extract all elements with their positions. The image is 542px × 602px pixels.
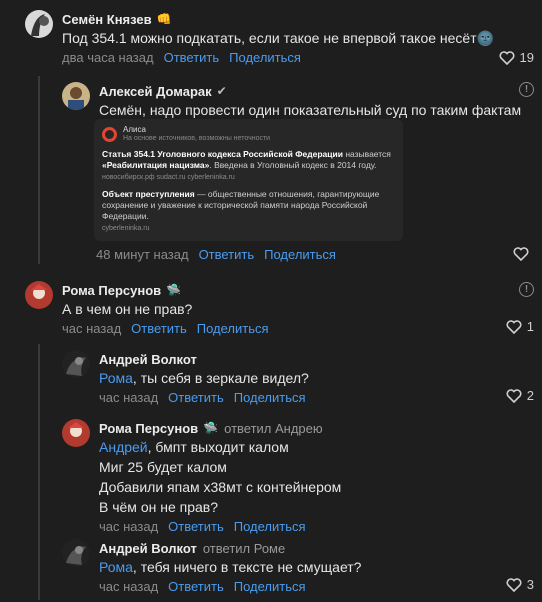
replied-to-label: ответил Роме: [202, 540, 286, 556]
thread-line: [38, 76, 40, 264]
timestamp: час назад: [62, 320, 122, 336]
share-button[interactable]: Поделиться: [234, 579, 306, 594]
reply-button[interactable]: Ответить: [199, 247, 255, 262]
comment-text: Рома, ты себя в зеркале видел?: [99, 370, 309, 386]
like-count: 19: [519, 50, 534, 65]
like-count: 2: [526, 388, 534, 403]
timestamp: час назад: [99, 389, 159, 405]
badge-icon: 🛸: [203, 421, 219, 435]
reply-button[interactable]: Ответить: [168, 390, 224, 405]
avatar[interactable]: [62, 539, 90, 567]
heart-icon: [499, 50, 515, 65]
reply-button[interactable]: Ответить: [168, 579, 224, 594]
avatar[interactable]: [62, 350, 90, 378]
share-button[interactable]: Поделиться: [197, 321, 269, 336]
share-button[interactable]: Поделиться: [264, 247, 336, 262]
heart-icon: [506, 319, 522, 334]
author-name[interactable]: Рома Персунов: [99, 421, 198, 436]
avatar[interactable]: [25, 10, 53, 38]
alice-title: Алиса: [123, 125, 146, 134]
comment-text: Семён, надо провести один показательный …: [99, 102, 522, 118]
timestamp: 48 минут назад: [96, 246, 189, 262]
reply-button[interactable]: Ответить: [131, 321, 187, 336]
heart-icon: [513, 247, 529, 261]
like-button[interactable]: 2: [506, 388, 534, 403]
comment-semyon: Семён Князев 👊 Под 354.1 можно подкатать,…: [25, 10, 535, 66]
like-count: 3: [526, 577, 534, 592]
alice-logo-icon: [102, 126, 117, 142]
replied-to-label: ответил Андрею: [224, 420, 323, 436]
comment-alexey: Алексей Домарак ✔ Семён, надо провести од…: [62, 82, 534, 120]
mention-link[interactable]: Рома: [99, 559, 133, 575]
comment-line: В чём он не прав?: [99, 499, 219, 515]
comment-text: Андрей, бмпт выходит калом: [99, 439, 289, 455]
like-button[interactable]: [513, 247, 534, 261]
info-icon[interactable]: !: [519, 82, 534, 97]
comment-andrey-1: Андрей Волкот Рома, ты себя в зеркале ви…: [62, 350, 534, 406]
mention-link[interactable]: Рома: [99, 370, 133, 386]
author-name[interactable]: Андрей Волкот: [99, 541, 197, 556]
comment-line: Миг 25 будет калом: [99, 459, 227, 475]
badge-icon: 👊: [156, 12, 172, 26]
author-name[interactable]: Рома Персунов: [62, 283, 161, 298]
comment-meta: 48 минут назад Ответить Поделиться: [96, 245, 336, 263]
avatar[interactable]: [62, 419, 90, 447]
info-icon[interactable]: !: [519, 282, 534, 297]
alice-paragraph-2: Объект преступления — общественные отнош…: [102, 189, 395, 234]
reply-button[interactable]: Ответить: [164, 50, 220, 65]
like-button[interactable]: 1: [506, 319, 534, 334]
comment-text: Под 354.1 можно подкатать, если такое не…: [62, 30, 495, 46]
timestamp: час назад: [99, 578, 159, 594]
timestamp: два часа назад: [62, 49, 154, 65]
attached-image-alice-answer[interactable]: Алиса На основе источников, возможны нет…: [94, 119, 403, 241]
author-name[interactable]: Семён Князев: [62, 12, 152, 27]
comment-text: А в чем он не прав?: [62, 301, 193, 317]
like-button[interactable]: 3: [506, 577, 534, 592]
thread-line: [38, 344, 40, 600]
mention-link[interactable]: Андрей: [99, 439, 148, 455]
reply-button[interactable]: Ответить: [168, 519, 224, 534]
alice-sources: новосибирск.рф sudact.ru cyberleninka.ru: [102, 174, 235, 181]
share-button[interactable]: Поделиться: [234, 390, 306, 405]
comment-roma: Рома Персунов 🛸 А в чем он не прав? час н…: [25, 281, 535, 337]
comment-text: Рома, тебя ничего в тексте не смущает?: [99, 559, 362, 575]
avatar[interactable]: [25, 281, 53, 309]
author-name[interactable]: Алексей Домарак: [99, 84, 212, 99]
alice-sources: cyberleninka.ru: [102, 225, 150, 232]
author-name[interactable]: Андрей Волкот: [99, 352, 197, 367]
share-button[interactable]: Поделиться: [234, 519, 306, 534]
badge-icon: 🛸: [166, 283, 182, 297]
comment-andrey-2: Андрей Волкот ответил Роме Рома, тебя нич…: [62, 539, 534, 595]
share-button[interactable]: Поделиться: [229, 50, 301, 65]
like-button[interactable]: 19: [499, 50, 534, 65]
heart-icon: [506, 577, 522, 592]
like-count: 1: [526, 319, 534, 334]
alice-paragraph-1: Статья 354.1 Уголовного кодекса Российск…: [102, 149, 395, 183]
verified-icon: ✔: [216, 84, 227, 98]
heart-icon: [506, 388, 522, 403]
comment-line: Добавили япам х38мт с контейнером: [99, 479, 342, 495]
avatar[interactable]: [62, 82, 90, 110]
timestamp: час назад: [99, 518, 159, 534]
comment-roma-reply: Рома Персунов 🛸 ответил Андрею Андрей, бмп…: [62, 419, 534, 535]
alice-subtitle: На основе источников, возможны неточност…: [123, 135, 271, 142]
